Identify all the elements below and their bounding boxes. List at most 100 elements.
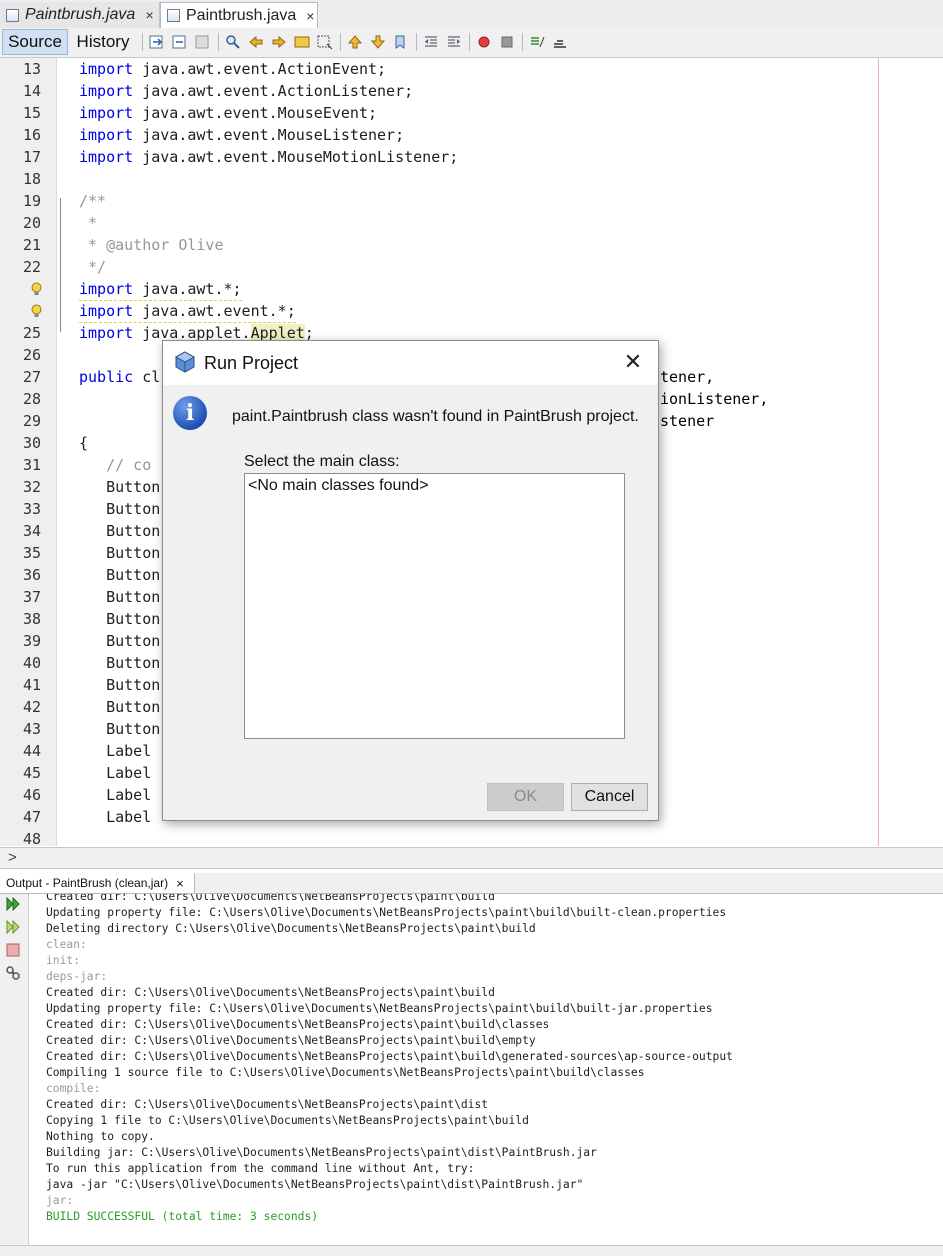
- code-line[interactable]: 48: [0, 828, 943, 846]
- settings-icon[interactable]: [5, 965, 21, 981]
- line-number: 20: [22, 214, 41, 232]
- code-line[interactable]: 13 import java.awt.event.ActionEvent;: [0, 58, 943, 80]
- shift-left-icon[interactable]: [423, 34, 439, 50]
- code-fragment: stener: [660, 412, 715, 430]
- find-icon[interactable]: [225, 34, 241, 50]
- uncomment-icon[interactable]: [552, 34, 568, 50]
- code-text: Button: [79, 544, 161, 562]
- source-view-button[interactable]: Source: [2, 29, 68, 55]
- find-previous-icon[interactable]: [248, 34, 264, 50]
- editor-tab-bar: Paintbrush.java × Paintbrush.java ×: [0, 0, 943, 29]
- previous-bookmark-icon[interactable]: [347, 34, 363, 50]
- start-macro-recording-icon[interactable]: [476, 34, 492, 50]
- code-text: import java.awt.event.*;: [79, 300, 296, 323]
- code-text: // co: [79, 456, 152, 474]
- line-number: 28: [22, 390, 41, 408]
- code-line[interactable]: 20 *: [0, 212, 943, 234]
- comment-icon[interactable]: [529, 34, 545, 50]
- code-line[interactable]: 22 */: [0, 256, 943, 278]
- chevron-right-icon[interactable]: >: [8, 849, 17, 866]
- code-line[interactable]: 19 /**: [0, 190, 943, 212]
- line-number: 34: [22, 522, 41, 540]
- code-line[interactable]: 16 import java.awt.event.MouseListener;: [0, 124, 943, 146]
- tab-label: Paintbrush.java: [25, 6, 136, 23]
- cancel-button[interactable]: Cancel: [571, 783, 648, 811]
- last-edit-icon[interactable]: [149, 34, 165, 50]
- code-text: {: [79, 434, 89, 452]
- code-text: Button: [79, 654, 161, 672]
- hint-bulb-icon[interactable]: [30, 304, 43, 318]
- code-line[interactable]: 15 import java.awt.event.MouseEvent;: [0, 102, 943, 124]
- code-line[interactable]: 18: [0, 168, 943, 190]
- tab-output-paintbrush[interactable]: Output - PaintBrush (clean,jar) ×: [0, 873, 195, 893]
- navigator-strip: >: [0, 847, 943, 869]
- line-number: 43: [22, 720, 41, 738]
- output-line: Created dir: C:\Users\Olive\Documents\Ne…: [46, 894, 495, 903]
- line-number: 19: [22, 192, 41, 210]
- tab-label: Paintbrush.java: [186, 6, 297, 24]
- stop-icon[interactable]: [5, 942, 21, 958]
- line-number: 14: [22, 82, 41, 100]
- toolbar-separator: [416, 33, 417, 51]
- hint-bulb-icon[interactable]: [30, 282, 43, 296]
- code-line[interactable]: 17 import java.awt.event.MouseMotionListe…: [0, 146, 943, 168]
- output-line: deps-jar:: [46, 970, 108, 983]
- line-number: 26: [22, 346, 41, 364]
- tab-close-icon[interactable]: ×: [145, 7, 153, 23]
- line-number: 38: [22, 610, 41, 628]
- line-number: 44: [22, 742, 41, 760]
- rerun-icon[interactable]: [5, 896, 21, 912]
- code-text: import java.awt.event.MouseEvent;: [79, 104, 378, 122]
- line-number: 13: [22, 60, 41, 78]
- code-text: Label: [79, 764, 152, 782]
- toolbar-separator: [340, 33, 341, 51]
- code-text: Button: [79, 632, 161, 650]
- code-text: import java.awt.event.ActionListener;: [79, 82, 414, 100]
- dialog-message: paint.Paintbrush class wasn't found in P…: [232, 408, 639, 425]
- code-line[interactable]: 21 * @author Olive: [0, 234, 943, 256]
- next-bookmark-icon[interactable]: [370, 34, 386, 50]
- shift-right-icon[interactable]: [446, 34, 462, 50]
- rectangular-selection-icon[interactable]: [317, 34, 333, 50]
- code-text: Button: [79, 522, 161, 540]
- line-number: 46: [22, 786, 41, 804]
- output-line: BUILD SUCCESSFUL (total time: 3 seconds): [46, 1210, 319, 1223]
- line-number: 27: [22, 368, 41, 386]
- line-number: 40: [22, 654, 41, 672]
- code-text: Button: [79, 610, 161, 628]
- output-line: Created dir: C:\Users\Olive\Documents\Ne…: [46, 986, 495, 999]
- line-number: 18: [22, 170, 41, 188]
- line-number: 31: [22, 456, 41, 474]
- toggle-bookmark-icon[interactable]: [393, 34, 409, 50]
- tab-close-icon[interactable]: ×: [306, 8, 314, 24]
- close-icon[interactable]: ✕: [621, 351, 645, 375]
- java-file-icon: [6, 8, 19, 22]
- code-line[interactable]: 14 import java.awt.event.ActionListener;: [0, 80, 943, 102]
- back-icon[interactable]: [172, 34, 188, 50]
- code-line[interactable]: import java.awt.*;: [0, 278, 943, 301]
- main-class-list[interactable]: <No main classes found>: [244, 473, 625, 739]
- toolbar-separator: [218, 33, 219, 51]
- output-line: Nothing to copy.: [46, 1130, 155, 1143]
- stop-macro-recording-icon[interactable]: [499, 34, 515, 50]
- tab-paintbrush-java-2[interactable]: Paintbrush.java ×: [160, 2, 318, 28]
- code-text: import java.awt.event.MouseMotionListene…: [79, 148, 459, 166]
- tab-paintbrush-java-1[interactable]: Paintbrush.java ×: [0, 2, 160, 28]
- output-line: Created dir: C:\Users\Olive\Documents\Ne…: [46, 1018, 550, 1031]
- rerun-with-parameters-icon[interactable]: [5, 919, 21, 935]
- list-item[interactable]: <No main classes found>: [248, 477, 429, 495]
- netbeans-cube-icon: [174, 351, 196, 373]
- line-number: 22: [22, 258, 41, 276]
- dialog-title-bar: Run Project ✕: [163, 341, 658, 385]
- toggle-highlight-icon[interactable]: [294, 34, 310, 50]
- output-console[interactable]: Created dir: C:\Users\Olive\Documents\Ne…: [29, 894, 943, 1245]
- code-line[interactable]: import java.awt.event.*;: [0, 300, 943, 323]
- fold-guide[interactable]: [60, 198, 69, 332]
- code-text: Button: [79, 500, 161, 518]
- tab-close-icon[interactable]: ×: [176, 876, 184, 891]
- forward-icon[interactable]: [195, 34, 211, 50]
- history-view-button[interactable]: History: [70, 29, 136, 55]
- output-line: Updating property file: C:\Users\Olive\D…: [46, 1002, 713, 1015]
- find-next-icon[interactable]: [271, 34, 287, 50]
- ok-button[interactable]: OK: [487, 783, 564, 811]
